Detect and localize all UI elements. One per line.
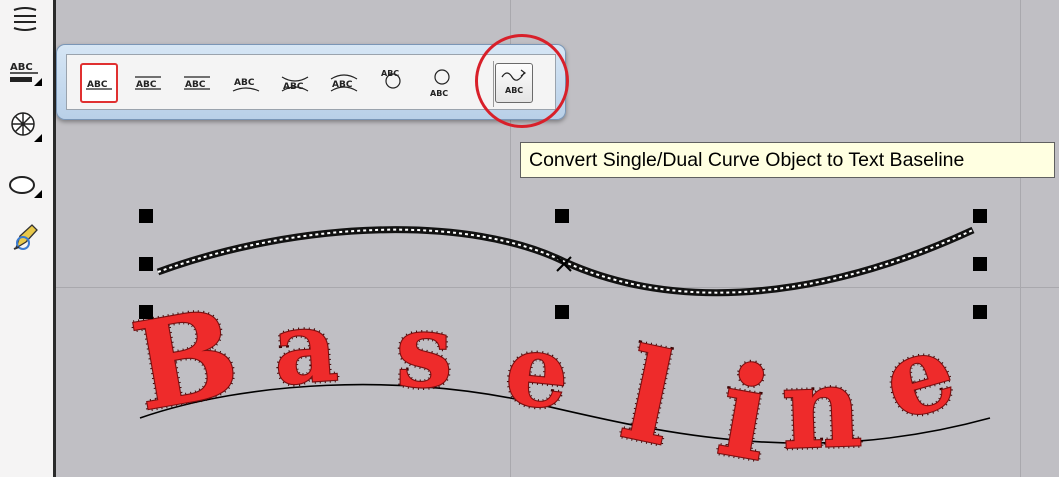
dual-line-baseline-button[interactable]: ABC <box>178 63 216 103</box>
abc-baseline-icon: ABC <box>281 76 309 92</box>
selection-handle[interactable] <box>973 305 987 319</box>
letter-glyph: e <box>500 311 574 432</box>
abc-baseline-icon: ABC <box>135 76 161 90</box>
embroidered-letter-8: ee <box>867 305 970 446</box>
embroidered-letter-6: ii <box>706 335 783 477</box>
selection-handle[interactable] <box>555 305 569 319</box>
button-glyph-label: ABC <box>87 80 108 90</box>
selection-handle[interactable] <box>139 257 153 271</box>
abc-baseline-icon: ABC <box>184 76 210 90</box>
button-glyph-label: ABC <box>381 69 399 78</box>
arc-top-baseline-button[interactable]: ABC <box>227 63 265 103</box>
letter-glyph: l <box>611 322 688 475</box>
button-glyph-label: ABC <box>234 78 255 88</box>
arc-bottom-baseline-button[interactable]: ABC <box>276 63 314 103</box>
selection-handle[interactable] <box>555 209 569 223</box>
embroidered-letter-7: nn <box>777 340 866 477</box>
embroidered-letter-4: ee <box>498 309 577 435</box>
letter-glyph: a <box>270 289 341 408</box>
selection-handle[interactable] <box>973 209 987 223</box>
letter-glyph: n <box>779 342 863 474</box>
tooltip: Convert Single/Dual Curve Object to Text… <box>520 142 1055 178</box>
button-glyph-label: ABC <box>283 82 304 92</box>
circle-top-baseline-button[interactable]: ABC <box>374 63 412 103</box>
abc-baseline-icon: ABC <box>330 74 358 92</box>
letter-glyph: e <box>870 308 968 444</box>
selection-handle[interactable] <box>139 209 153 223</box>
button-glyph-label: ABC <box>136 80 157 90</box>
circle-bottom-baseline-button[interactable]: ABC <box>423 63 461 103</box>
embroidered-letter-3: ss <box>394 290 455 413</box>
abc-baseline-icon: ABC <box>381 69 401 89</box>
selection-handle[interactable] <box>973 257 987 271</box>
button-glyph-label: ABC <box>430 89 448 98</box>
selection-handle[interactable] <box>139 305 153 319</box>
letter-glyph: i <box>709 338 781 477</box>
embroidered-letter-2: aa <box>267 286 343 410</box>
abc-baseline-icon: ABC <box>430 69 450 98</box>
abc-baseline-icon: ABC <box>86 80 112 90</box>
embroidered-text-object[interactable]: BB aa ss ee ll iinn ee <box>121 280 970 477</box>
embroidered-letter-5: ll <box>608 319 690 477</box>
arch-baseline-button[interactable]: ABC <box>325 63 363 103</box>
overline-baseline-button[interactable]: ABC <box>129 63 167 103</box>
letter-glyph: s <box>396 292 452 410</box>
button-glyph-label: ABC <box>185 80 206 90</box>
highlight-circle <box>475 34 569 128</box>
button-glyph-label: ABC <box>332 80 353 90</box>
straight-baseline-button[interactable]: ABC <box>80 63 118 103</box>
abc-baseline-icon: ABC <box>232 78 260 92</box>
